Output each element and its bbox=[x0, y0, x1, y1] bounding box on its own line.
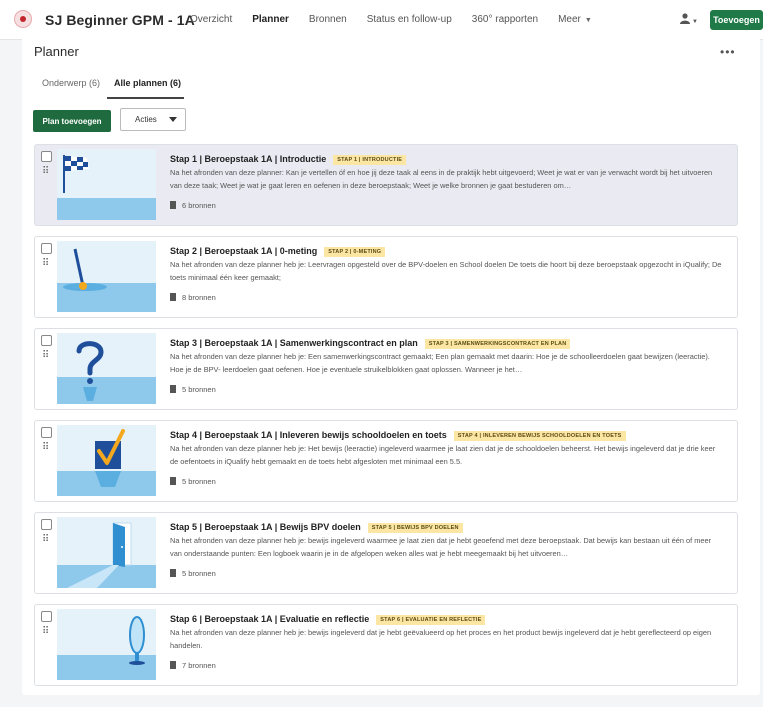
document-icon bbox=[170, 385, 176, 393]
plan-resources[interactable]: 6 bronnen bbox=[170, 201, 216, 210]
plan-resources-count: 5 bronnen bbox=[182, 569, 216, 578]
plan-description: Na het afronden van deze planner heb je:… bbox=[170, 536, 712, 558]
plan-card[interactable]: ⠿ Stap 5 | Beroepstaak 1A | Bewijs BPV d… bbox=[34, 512, 738, 594]
plan-resources[interactable]: 5 bronnen bbox=[170, 569, 216, 578]
planner-tabs: Onderwerp (6) Alle plannen (6) bbox=[22, 73, 760, 100]
plan-resources-count: 8 bronnen bbox=[182, 293, 216, 302]
user-icon bbox=[680, 13, 690, 24]
actions-dropdown[interactable]: Acties bbox=[120, 108, 186, 131]
nav-meer-label: Meer bbox=[558, 14, 581, 25]
nav-planner-label: Planner bbox=[252, 14, 289, 25]
document-icon bbox=[170, 201, 176, 209]
plan-title-text: Stap 1 | Beroepstaak 1A | Introductie bbox=[170, 154, 327, 164]
select-checkbox[interactable] bbox=[41, 519, 52, 530]
chevron-down-icon: ▼ bbox=[584, 17, 592, 24]
plan-title[interactable]: Stap 6 | Beroepstaak 1A | Evaluatie en r… bbox=[170, 614, 486, 625]
gauge-needle-image bbox=[57, 241, 156, 312]
add-button[interactable]: Toevoegen bbox=[710, 10, 763, 30]
plan-resources-count: 7 bronnen bbox=[182, 661, 216, 670]
plan-description: Na het afronden van deze planner heb je:… bbox=[170, 444, 716, 466]
select-checkbox[interactable] bbox=[41, 243, 52, 254]
more-options-icon[interactable]: ••• bbox=[720, 45, 736, 59]
add-plan-button[interactable]: Plan toevoegen bbox=[33, 110, 111, 132]
plan-title[interactable]: Stap 2 | Beroepstaak 1A | 0-meting STAP 2… bbox=[170, 246, 386, 257]
drag-handle-icon[interactable]: ⠿ bbox=[42, 627, 49, 637]
document-icon bbox=[170, 293, 176, 301]
user-menu[interactable]: ▼ bbox=[680, 13, 698, 26]
drag-handle-icon[interactable]: ⠿ bbox=[42, 535, 49, 545]
caret-down-icon bbox=[169, 117, 177, 122]
tab-alle-plannen[interactable]: Alle plannen (6) bbox=[114, 78, 181, 88]
select-checkbox[interactable] bbox=[41, 427, 52, 438]
drag-handle-icon[interactable]: ⠿ bbox=[42, 259, 49, 269]
plan-resources-count: 6 bronnen bbox=[182, 201, 216, 210]
plan-tag: STAP 4 | INLEVEREN BEWIJS SCHOOLDOELEN E… bbox=[453, 431, 626, 441]
plan-resources-count: 5 bronnen bbox=[182, 477, 216, 486]
plan-title[interactable]: Stap 1 | Beroepstaak 1A | Introductie STA… bbox=[170, 154, 407, 165]
drag-handle-icon[interactable]: ⠿ bbox=[42, 443, 49, 453]
plan-description: Na het afronden van deze planner: Kan je… bbox=[170, 168, 713, 190]
plan-card[interactable]: ⠿ Stap 1 | Beroepstaak 1A | Introductie S… bbox=[34, 144, 738, 226]
plan-tag: STAP 3 | SAMENWERKINGSCONTRACT EN PLAN bbox=[424, 339, 571, 349]
plan-description: Na het afronden van deze planner heb je:… bbox=[170, 260, 722, 282]
drag-handle-icon[interactable]: ⠿ bbox=[42, 167, 49, 177]
page-title: Planner bbox=[34, 44, 79, 59]
plan-title[interactable]: Stap 5 | Beroepstaak 1A | Bewijs BPV doe… bbox=[170, 522, 463, 533]
checkered-flag-image bbox=[57, 149, 156, 220]
plan-title[interactable]: Stap 3 | Beroepstaak 1A | Samenwerkingsc… bbox=[170, 338, 571, 349]
plan-tag: STAP 1 | INTRODUCTIE bbox=[333, 155, 407, 165]
planner-panel: Planner ••• Onderwerp (6) Alle plannen (… bbox=[22, 33, 760, 695]
nav-360-label: 360° rapporten bbox=[471, 14, 539, 25]
drag-handle-icon[interactable]: ⠿ bbox=[42, 351, 49, 361]
plan-card[interactable]: ⠿ Stap 3 | Beroepstaak 1A | Samenwerking… bbox=[34, 328, 738, 410]
plan-title-text: Stap 5 | Beroepstaak 1A | Bewijs BPV doe… bbox=[170, 522, 361, 532]
open-door-image bbox=[57, 517, 156, 588]
plan-tag: STAP 5 | BEWIJS BPV DOELEN bbox=[367, 523, 463, 533]
plan-title-text: Stap 3 | Beroepstaak 1A | Samenwerkingsc… bbox=[170, 338, 418, 348]
nav-overzicht-label: Overzicht bbox=[190, 14, 233, 25]
document-icon bbox=[170, 569, 176, 577]
document-icon bbox=[170, 661, 176, 669]
plan-resources-count: 5 bronnen bbox=[182, 385, 216, 394]
plan-description: Na het afronden van deze planner heb je:… bbox=[170, 352, 710, 374]
nav-status-label: Status en follow-up bbox=[366, 14, 452, 25]
chevron-down-icon: ▼ bbox=[692, 19, 698, 25]
plan-resources[interactable]: 5 bronnen bbox=[170, 385, 216, 394]
plan-card[interactable]: ⠿ Stap 6 | Beroepstaak 1A | Evaluatie en… bbox=[34, 604, 738, 686]
plan-title-text: Stap 4 | Beroepstaak 1A | Inleveren bewi… bbox=[170, 430, 447, 440]
plan-resources[interactable]: 5 bronnen bbox=[170, 477, 216, 486]
plan-card[interactable]: ⠿ Stap 4 | Beroepstaak 1A | Inleveren be… bbox=[34, 420, 738, 502]
plan-title-text: Stap 2 | Beroepstaak 1A | 0-meting bbox=[170, 246, 318, 256]
question-mark-image bbox=[57, 333, 156, 404]
nav-bronnen-label: Bronnen bbox=[308, 14, 347, 25]
select-checkbox[interactable] bbox=[41, 611, 52, 622]
plan-description: Na het afronden van deze planner heb je:… bbox=[170, 628, 712, 650]
plan-resources[interactable]: 7 bronnen bbox=[170, 661, 216, 670]
course-title[interactable]: SJ Beginner GPM - 1A bbox=[45, 12, 195, 28]
tab-onderwerp[interactable]: Onderwerp (6) bbox=[42, 78, 100, 88]
plan-title-text: Stap 6 | Beroepstaak 1A | Evaluatie en r… bbox=[170, 614, 370, 624]
plan-resources[interactable]: 8 bronnen bbox=[170, 293, 216, 302]
school-logo-icon[interactable] bbox=[14, 10, 32, 28]
plan-title[interactable]: Stap 4 | Beroepstaak 1A | Inleveren bewi… bbox=[170, 430, 626, 441]
plan-tag: STAP 2 | 0-METING bbox=[324, 247, 386, 257]
select-checkbox[interactable] bbox=[41, 335, 52, 346]
select-checkbox[interactable] bbox=[41, 151, 52, 162]
plan-tag: STAP 6 | EVALUATIE EN REFLECTIE bbox=[376, 615, 486, 625]
document-icon bbox=[170, 477, 176, 485]
checkmark-box-image bbox=[57, 425, 156, 496]
mirror-image bbox=[57, 609, 156, 680]
plan-card[interactable]: ⠿ Stap 2 | Beroepstaak 1A | 0-meting STAP… bbox=[34, 236, 738, 318]
actions-label: Acties bbox=[135, 115, 157, 124]
active-tab-indicator bbox=[107, 97, 184, 99]
